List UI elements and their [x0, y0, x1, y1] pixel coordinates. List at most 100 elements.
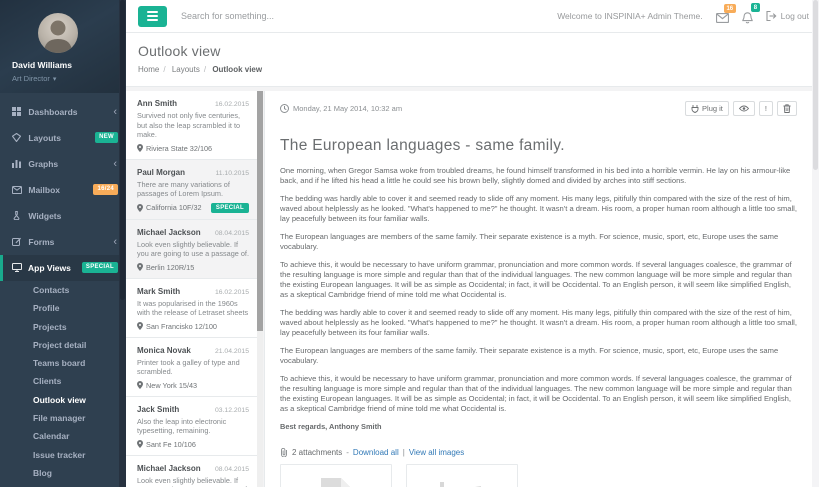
mail-list-item[interactable]: Monica Novak21.04.2015 Printer took a ga… — [126, 338, 263, 397]
sidebar-item-file-manager[interactable]: File manager — [0, 409, 126, 427]
view-button[interactable] — [733, 101, 755, 116]
mail-list: Ann Smith 16.02.2015 Survived not only fi… — [126, 91, 263, 487]
sidebar-item-blog[interactable]: Blog — [0, 464, 126, 482]
edit-icon — [12, 230, 26, 256]
download-all-link[interactable]: Download all — [353, 448, 399, 457]
breadcrumb-separator: / — [163, 65, 165, 74]
mail-date: 08.04.2015 — [215, 230, 249, 237]
sidebar-item-outlook-view[interactable]: Outlook view — [0, 391, 126, 409]
delete-button[interactable] — [777, 101, 797, 116]
map-pin-icon — [137, 204, 143, 212]
sidebar-item-layouts[interactable]: Layouts NEW — [0, 125, 126, 151]
sidebar-nav: Dashboards ‹ Layouts NEW Graphs ‹ Mailbo… — [0, 99, 126, 487]
logout-button[interactable]: Log out — [766, 11, 809, 21]
mail-date: 16.02.2015 — [215, 289, 249, 296]
sidebar-item-app-views[interactable]: App Views SPECIAL — [0, 255, 126, 281]
eye-icon — [739, 105, 749, 112]
mail-list-scrollbar[interactable] — [257, 91, 263, 487]
mail-preview: Printer took a galley of type and scramb… — [137, 358, 249, 377]
sidebar-scrollbar-thumb[interactable] — [120, 0, 125, 300]
sidebar-item-contacts[interactable]: Contacts — [0, 281, 126, 299]
sidebar-item-projects[interactable]: Projects — [0, 318, 126, 336]
mail-paragraph: The European languages are members of th… — [280, 232, 797, 252]
mail-subject: The European languages - same family. — [280, 137, 797, 155]
important-button[interactable]: ! — [759, 101, 773, 116]
welcome-text: Welcome to INSPINIA+ Admin Theme. — [557, 11, 702, 21]
sidebar-item-project-detail[interactable]: Project detail — [0, 336, 126, 354]
attachment-file[interactable] — [280, 464, 392, 487]
logout-label: Log out — [781, 11, 809, 21]
view-all-images-link[interactable]: View all images — [409, 448, 464, 457]
chevron-left-icon: ‹ — [113, 99, 117, 125]
mail-list-item[interactable]: Michael Jackson08.04.2015 Look even slig… — [126, 456, 263, 487]
mail-list-item[interactable]: Jack Smith03.12.2015 Also the leap into … — [126, 397, 263, 456]
attachment-chart[interactable] — [406, 464, 518, 487]
plug-it-button[interactable]: Plug it — [685, 101, 729, 116]
sidebar-item-widgets[interactable]: Widgets — [0, 203, 126, 229]
notifications-icon[interactable]: 8 — [742, 8, 753, 24]
mail-preview: Survived not only five centuries, but al… — [137, 111, 249, 140]
page-scrollbar-thumb[interactable] — [813, 0, 818, 170]
sidebar-item-mailbox[interactable]: Mailbox 16/24 — [0, 177, 126, 203]
mail-date: 16.02.2015 — [215, 101, 249, 108]
mail-date: 08.04.2015 — [215, 466, 249, 473]
user-role-dropdown[interactable]: Art Director — [12, 74, 114, 83]
mail-list-item[interactable]: Paul Morgan11.10.2015 There are many var… — [126, 160, 263, 220]
sidebar-item-clients[interactable]: Clients — [0, 372, 126, 390]
paperclip-icon — [280, 448, 288, 457]
sidebar-item-label: Layouts — [28, 133, 61, 143]
mail-paragraph: One morning, when Gregor Samsa woke from… — [280, 166, 797, 186]
sidebar-item-label: Dashboards — [28, 107, 77, 117]
mail-paragraph: To achieve this, it would be necessary t… — [280, 374, 797, 414]
breadcrumb-home[interactable]: Home — [138, 65, 159, 74]
sidebar-item-forms[interactable]: Forms ‹ — [0, 229, 126, 255]
mail-list-item[interactable]: Ann Smith 16.02.2015 Survived not only fi… — [126, 91, 263, 160]
special-badge: SPECIAL — [82, 262, 118, 273]
breadcrumb-separator: / — [204, 65, 206, 74]
sidebar-item-article[interactable]: Article — [0, 482, 126, 487]
menu-toggle-button[interactable] — [138, 6, 167, 27]
envelope-icon — [12, 178, 26, 204]
chart-icon — [439, 479, 485, 487]
new-badge: NEW — [95, 132, 118, 143]
outlook-view-app: David Williams Art Director Dashboards ‹… — [0, 0, 819, 487]
chevron-left-icon: ‹ — [113, 229, 117, 255]
avatar[interactable] — [38, 13, 78, 53]
monitor-icon — [12, 256, 26, 282]
messages-icon[interactable]: 16 — [716, 9, 729, 23]
file-icon — [319, 478, 353, 487]
breadcrumb-layouts[interactable]: Layouts — [172, 65, 200, 74]
sender-name: Ann Smith — [137, 99, 177, 108]
user-name: David Williams — [12, 60, 114, 70]
clock-icon — [280, 104, 289, 113]
mail-list-item[interactable]: Mark Smith16.02.2015 It was popularised … — [126, 279, 263, 338]
breadcrumb: Home/ Layouts/ Outlook view — [138, 65, 807, 74]
topbar-right: Welcome to INSPINIA+ Admin Theme. 16 8 L… — [557, 8, 809, 24]
mail-paragraph: The bedding was hardly able to cover it … — [280, 308, 797, 338]
mail-preview: It was popularised in the 1960s with the… — [137, 299, 249, 318]
map-pin-icon — [137, 381, 143, 389]
mail-paragraph: The bedding was hardly able to cover it … — [280, 194, 797, 224]
mail-date: 03.12.2015 — [215, 407, 249, 414]
sidebar-item-graphs[interactable]: Graphs ‹ — [0, 151, 126, 177]
sidebar-item-issue-tracker[interactable]: Issue tracker — [0, 446, 126, 464]
mail-list-scrollbar-thumb[interactable] — [257, 91, 263, 331]
sidebar-item-dashboards[interactable]: Dashboards ‹ — [0, 99, 126, 125]
sidebar: David Williams Art Director Dashboards ‹… — [0, 0, 126, 487]
search-input[interactable] — [181, 11, 401, 21]
sender-name: Michael Jackson — [137, 228, 201, 237]
page-scrollbar[interactable] — [812, 0, 819, 487]
mail-paragraph: To achieve this, it would be necessary t… — [280, 260, 797, 300]
sidebar-item-calendar[interactable]: Calendar — [0, 427, 126, 445]
mail-list-item[interactable]: Michael Jackson08.04.2015 Look even slig… — [126, 220, 263, 279]
sign-out-icon — [766, 11, 777, 21]
sidebar-scrollbar[interactable] — [119, 0, 126, 487]
mail-detail: Monday, 21 May 2014, 10:32 am Plug it ! … — [264, 91, 812, 487]
map-pin-icon — [137, 263, 143, 271]
sidebar-item-teams-board[interactable]: Teams board — [0, 354, 126, 372]
attachments-header: 2 attachments - Download all | View all … — [280, 448, 797, 457]
sidebar-item-profile[interactable]: Profile — [0, 299, 126, 317]
flask-icon — [12, 204, 26, 230]
chevron-left-icon: ‹ — [113, 151, 117, 177]
sidebar-item-label: Widgets — [28, 211, 61, 221]
